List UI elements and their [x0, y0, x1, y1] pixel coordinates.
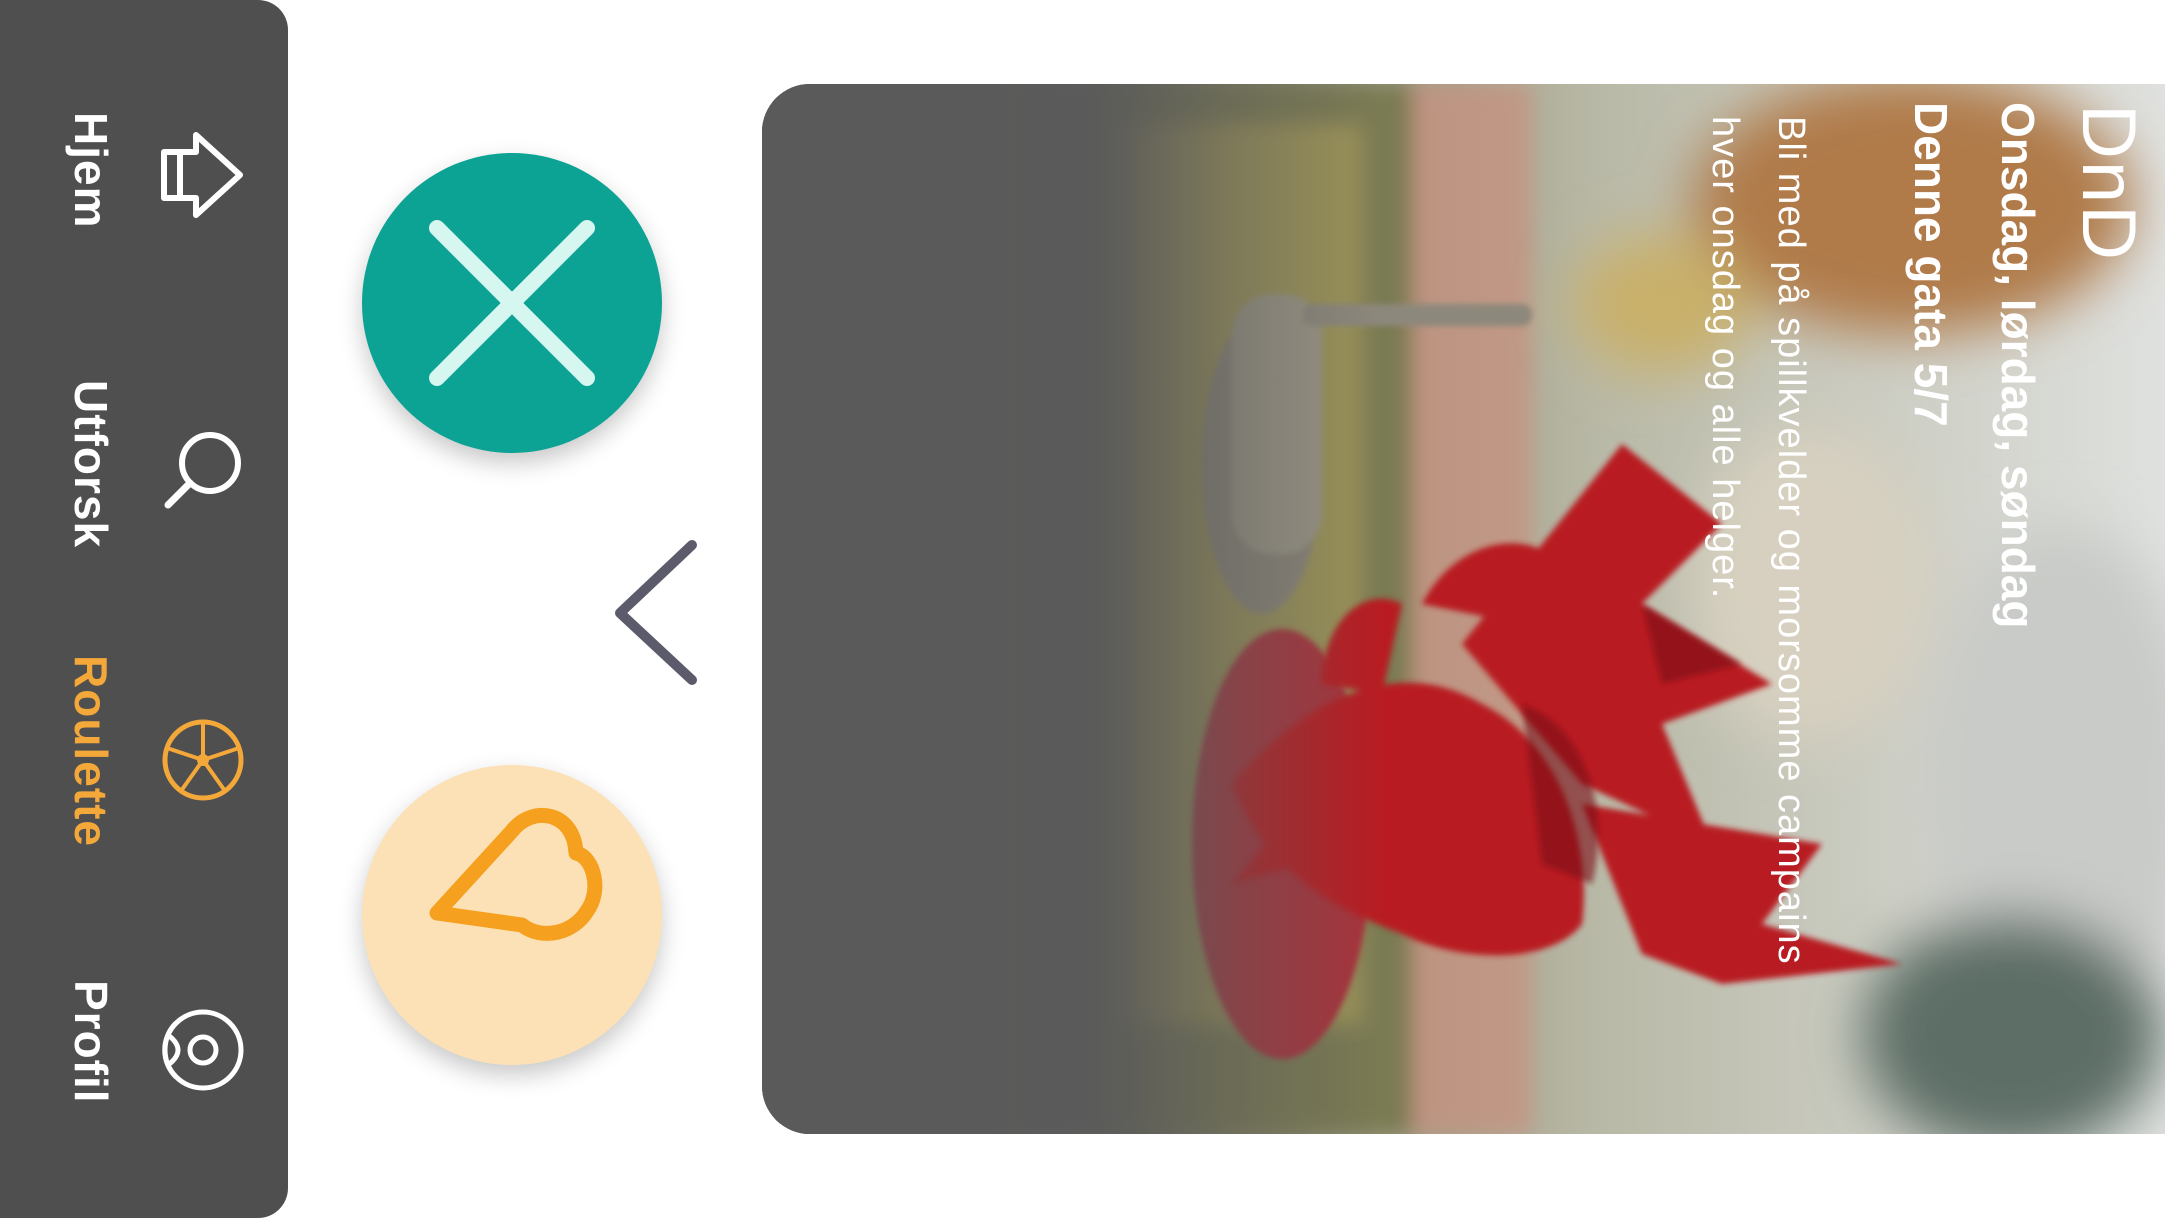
roulette-wheel-icon	[158, 715, 248, 805]
nav-item-roulette[interactable]: Roulette	[0, 620, 288, 880]
nav-label-utforsk: Utforsk	[65, 380, 117, 549]
navigation-bar: Hjem Utforsk Roulette Profil	[0, 0, 288, 1218]
dislike-button[interactable]	[362, 153, 662, 453]
event-days: Onsdag, lørdag, søndag	[1992, 102, 2044, 629]
nav-label-hjem: Hjem	[65, 112, 117, 229]
chevron-left-icon	[615, 540, 697, 685]
nav-item-profil[interactable]: Profil	[0, 910, 288, 1170]
event-title: DnD	[2066, 104, 2151, 263]
search-icon	[158, 425, 248, 515]
profile-icon	[158, 1005, 248, 1095]
close-x-icon	[429, 220, 595, 386]
nav-label-profil: Profil	[65, 980, 117, 1104]
nav-label-roulette: Roulette	[65, 655, 117, 847]
heart-icon	[429, 808, 603, 941]
previous-card-button[interactable]	[610, 535, 700, 690]
event-description-line-2: hver onsdag og alle helger.	[1704, 116, 1746, 600]
event-address: Denne gata 5/7	[1905, 102, 1957, 427]
event-card[interactable]: DnD Onsdag, lørdag, søndag Denne gata 5/…	[762, 84, 2165, 1134]
like-button[interactable]	[362, 765, 662, 1065]
event-description-line-1: Bli med på spillkvelder og morsomme camp…	[1770, 116, 1812, 965]
nav-item-hjem[interactable]: Hjem	[0, 40, 288, 300]
home-arrow-icon	[158, 130, 248, 220]
nav-item-utforsk[interactable]: Utforsk	[0, 330, 288, 590]
